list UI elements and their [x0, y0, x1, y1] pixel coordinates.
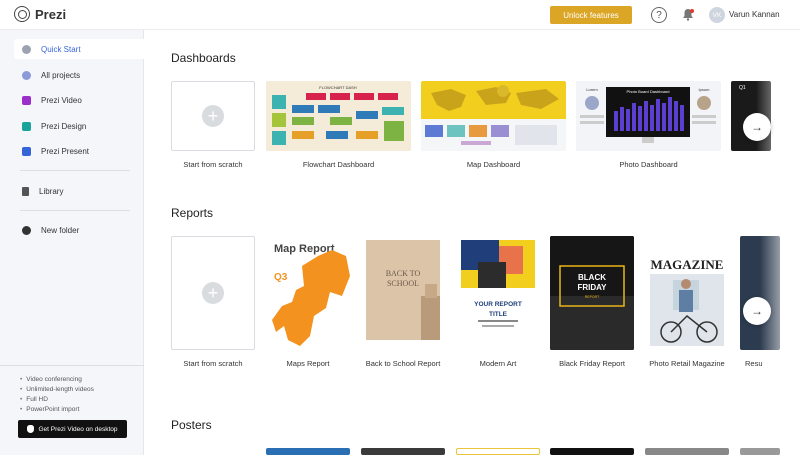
card-label: Start from scratch — [183, 359, 243, 368]
flowchart-title: FLOWCHART DASH — [319, 85, 357, 90]
card-label: Maps Report — [286, 359, 330, 368]
photo-dashboard-title: Photo Board Dashboard — [627, 89, 670, 94]
photo-dashboard-thumbnail: Photo Board Dashboard Lorem Ipsum — [576, 81, 721, 151]
maps-report-quarter: Q3 — [274, 272, 288, 283]
sidebar-item-all-projects[interactable]: All projects — [14, 65, 144, 85]
feature-list: Video conferencing Unlimited-length vide… — [20, 375, 94, 415]
map-thumbnail — [421, 81, 566, 151]
sidebar-item-quick-start[interactable]: Quick Start — [14, 39, 144, 59]
back-to-school-thumbnail: BACK TO SCHOOL — [366, 240, 440, 340]
section-title-dashboards: Dashboards — [171, 51, 236, 65]
photo-left-label: Lorem — [586, 87, 598, 92]
poster-card[interactable] — [740, 448, 780, 455]
prezi-logo[interactable]: Prezi — [14, 6, 66, 22]
poster-card[interactable] — [361, 448, 445, 455]
sidebar: Quick Start All projects Prezi Video Pre… — [0, 30, 144, 455]
map-dashboard-card[interactable] — [421, 81, 566, 151]
school-title-line1: BACK TO — [386, 269, 421, 278]
video-icon — [22, 95, 31, 105]
card-label: Map Dashboard — [466, 160, 521, 169]
sidebar-item-library[interactable]: Library — [14, 181, 144, 201]
sidebar-divider — [20, 170, 130, 171]
start-from-scratch-card[interactable]: + — [171, 81, 255, 151]
get-desktop-app-button[interactable]: Get Prezi Video on desktop — [18, 420, 127, 438]
card-label: Flowchart Dashboard — [302, 160, 375, 169]
poster-card[interactable] — [645, 448, 729, 455]
feature-item: Full HD — [20, 395, 94, 405]
flowchart-thumbnail: FLOWCHART DASH — [266, 81, 411, 151]
library-icon — [22, 186, 29, 196]
section-title-posters: Posters — [171, 418, 212, 432]
bf-subtitle: REPORT — [585, 295, 600, 299]
maps-report-card[interactable]: Map Report Q3 — [266, 236, 350, 350]
add-folder-icon — [22, 225, 31, 235]
modern-title-line1: YOUR REPORT — [474, 301, 522, 308]
poster-card[interactable] — [550, 448, 634, 455]
card-label: Modern Art — [479, 359, 517, 368]
apple-icon — [27, 425, 35, 433]
photo-retail-magazine-card[interactable]: MAGAZINE — [645, 236, 729, 350]
modern-art-card[interactable]: YOUR REPORT TITLE — [456, 236, 540, 350]
avatar[interactable]: VK — [709, 7, 725, 23]
globe-icon — [22, 70, 31, 80]
plus-circle-icon — [22, 44, 31, 54]
bf-title-line2: FRIDAY — [577, 283, 607, 292]
sidebar-item-prezi-design[interactable]: Prezi Design — [14, 116, 144, 136]
flowchart-dashboard-card[interactable]: FLOWCHART DASH — [266, 81, 411, 151]
feature-item: Unlimited-length videos — [20, 385, 94, 395]
sidebar-item-prezi-present[interactable]: Prezi Present — [14, 141, 144, 161]
sidebar-divider — [0, 365, 144, 366]
prezi-logo-icon — [14, 6, 30, 22]
photo-right-label: Ipsum — [699, 87, 711, 92]
sidebar-item-label: Quick Start — [41, 44, 81, 54]
magazine-title: MAGAZINE — [651, 257, 724, 272]
help-icon[interactable]: ? — [651, 7, 667, 23]
sidebar-item-new-folder[interactable]: New folder — [14, 220, 144, 240]
present-icon — [22, 146, 31, 156]
maps-report-thumbnail: Map Report Q3 — [266, 236, 350, 350]
photo-dashboard-card[interactable]: Photo Board Dashboard Lorem Ipsum — [576, 81, 721, 151]
desktop-button-label: Get Prezi Video on desktop — [38, 425, 118, 433]
modern-art-thumbnail: YOUR REPORT TITLE — [461, 240, 535, 327]
plus-icon: + — [202, 282, 224, 304]
unlock-features-button[interactable]: Unlock features — [550, 6, 632, 24]
bf-title-line1: BLACK — [578, 273, 606, 282]
sidebar-item-label: All projects — [41, 70, 81, 80]
user-name[interactable]: Varun Kannan — [729, 10, 780, 19]
card-label: Start from scratch — [183, 160, 243, 169]
next-card-text: Q1 — [739, 85, 746, 91]
plus-icon: + — [202, 105, 224, 127]
sidebar-item-label: Prezi Present — [41, 146, 90, 156]
sidebar-item-label: Library — [39, 186, 64, 196]
sidebar-item-prezi-video[interactable]: Prezi Video — [14, 90, 144, 110]
start-from-scratch-card[interactable]: + — [171, 236, 255, 350]
poster-card[interactable] — [266, 448, 350, 455]
back-to-school-card[interactable]: BACK TO SCHOOL — [361, 236, 445, 350]
modern-title-line2: TITLE — [489, 311, 508, 318]
sidebar-item-label: Prezi Design — [41, 121, 87, 131]
sidebar-item-label: Prezi Video — [41, 95, 82, 105]
school-title-line2: SCHOOL — [387, 279, 419, 288]
black-friday-thumbnail: BLACK FRIDAY REPORT — [550, 236, 634, 350]
magazine-thumbnail: MAGAZINE — [645, 236, 729, 350]
section-title-reports: Reports — [171, 206, 214, 220]
sidebar-item-label: New folder — [41, 225, 80, 235]
black-friday-card[interactable]: BLACK FRIDAY REPORT — [550, 236, 634, 350]
dashboards-next-arrow-icon[interactable]: → — [743, 113, 771, 141]
card-label: Photo Retail Magazine — [649, 359, 725, 368]
feature-item: PowerPoint import — [20, 405, 94, 415]
card-label: Photo Dashboard — [619, 160, 678, 169]
sidebar-divider — [20, 210, 130, 211]
poster-card[interactable] — [456, 448, 540, 455]
design-icon — [22, 121, 31, 131]
card-label: Back to School Report — [365, 359, 441, 368]
notification-badge — [690, 9, 694, 13]
feature-item: Video conferencing — [20, 375, 94, 385]
reports-next-arrow-icon[interactable]: → — [743, 297, 771, 325]
card-label: Black Friday Report — [559, 359, 625, 368]
top-bar: Prezi Unlock features ? VK Varun Kannan — [0, 0, 800, 30]
logo-text: Prezi — [35, 6, 67, 22]
